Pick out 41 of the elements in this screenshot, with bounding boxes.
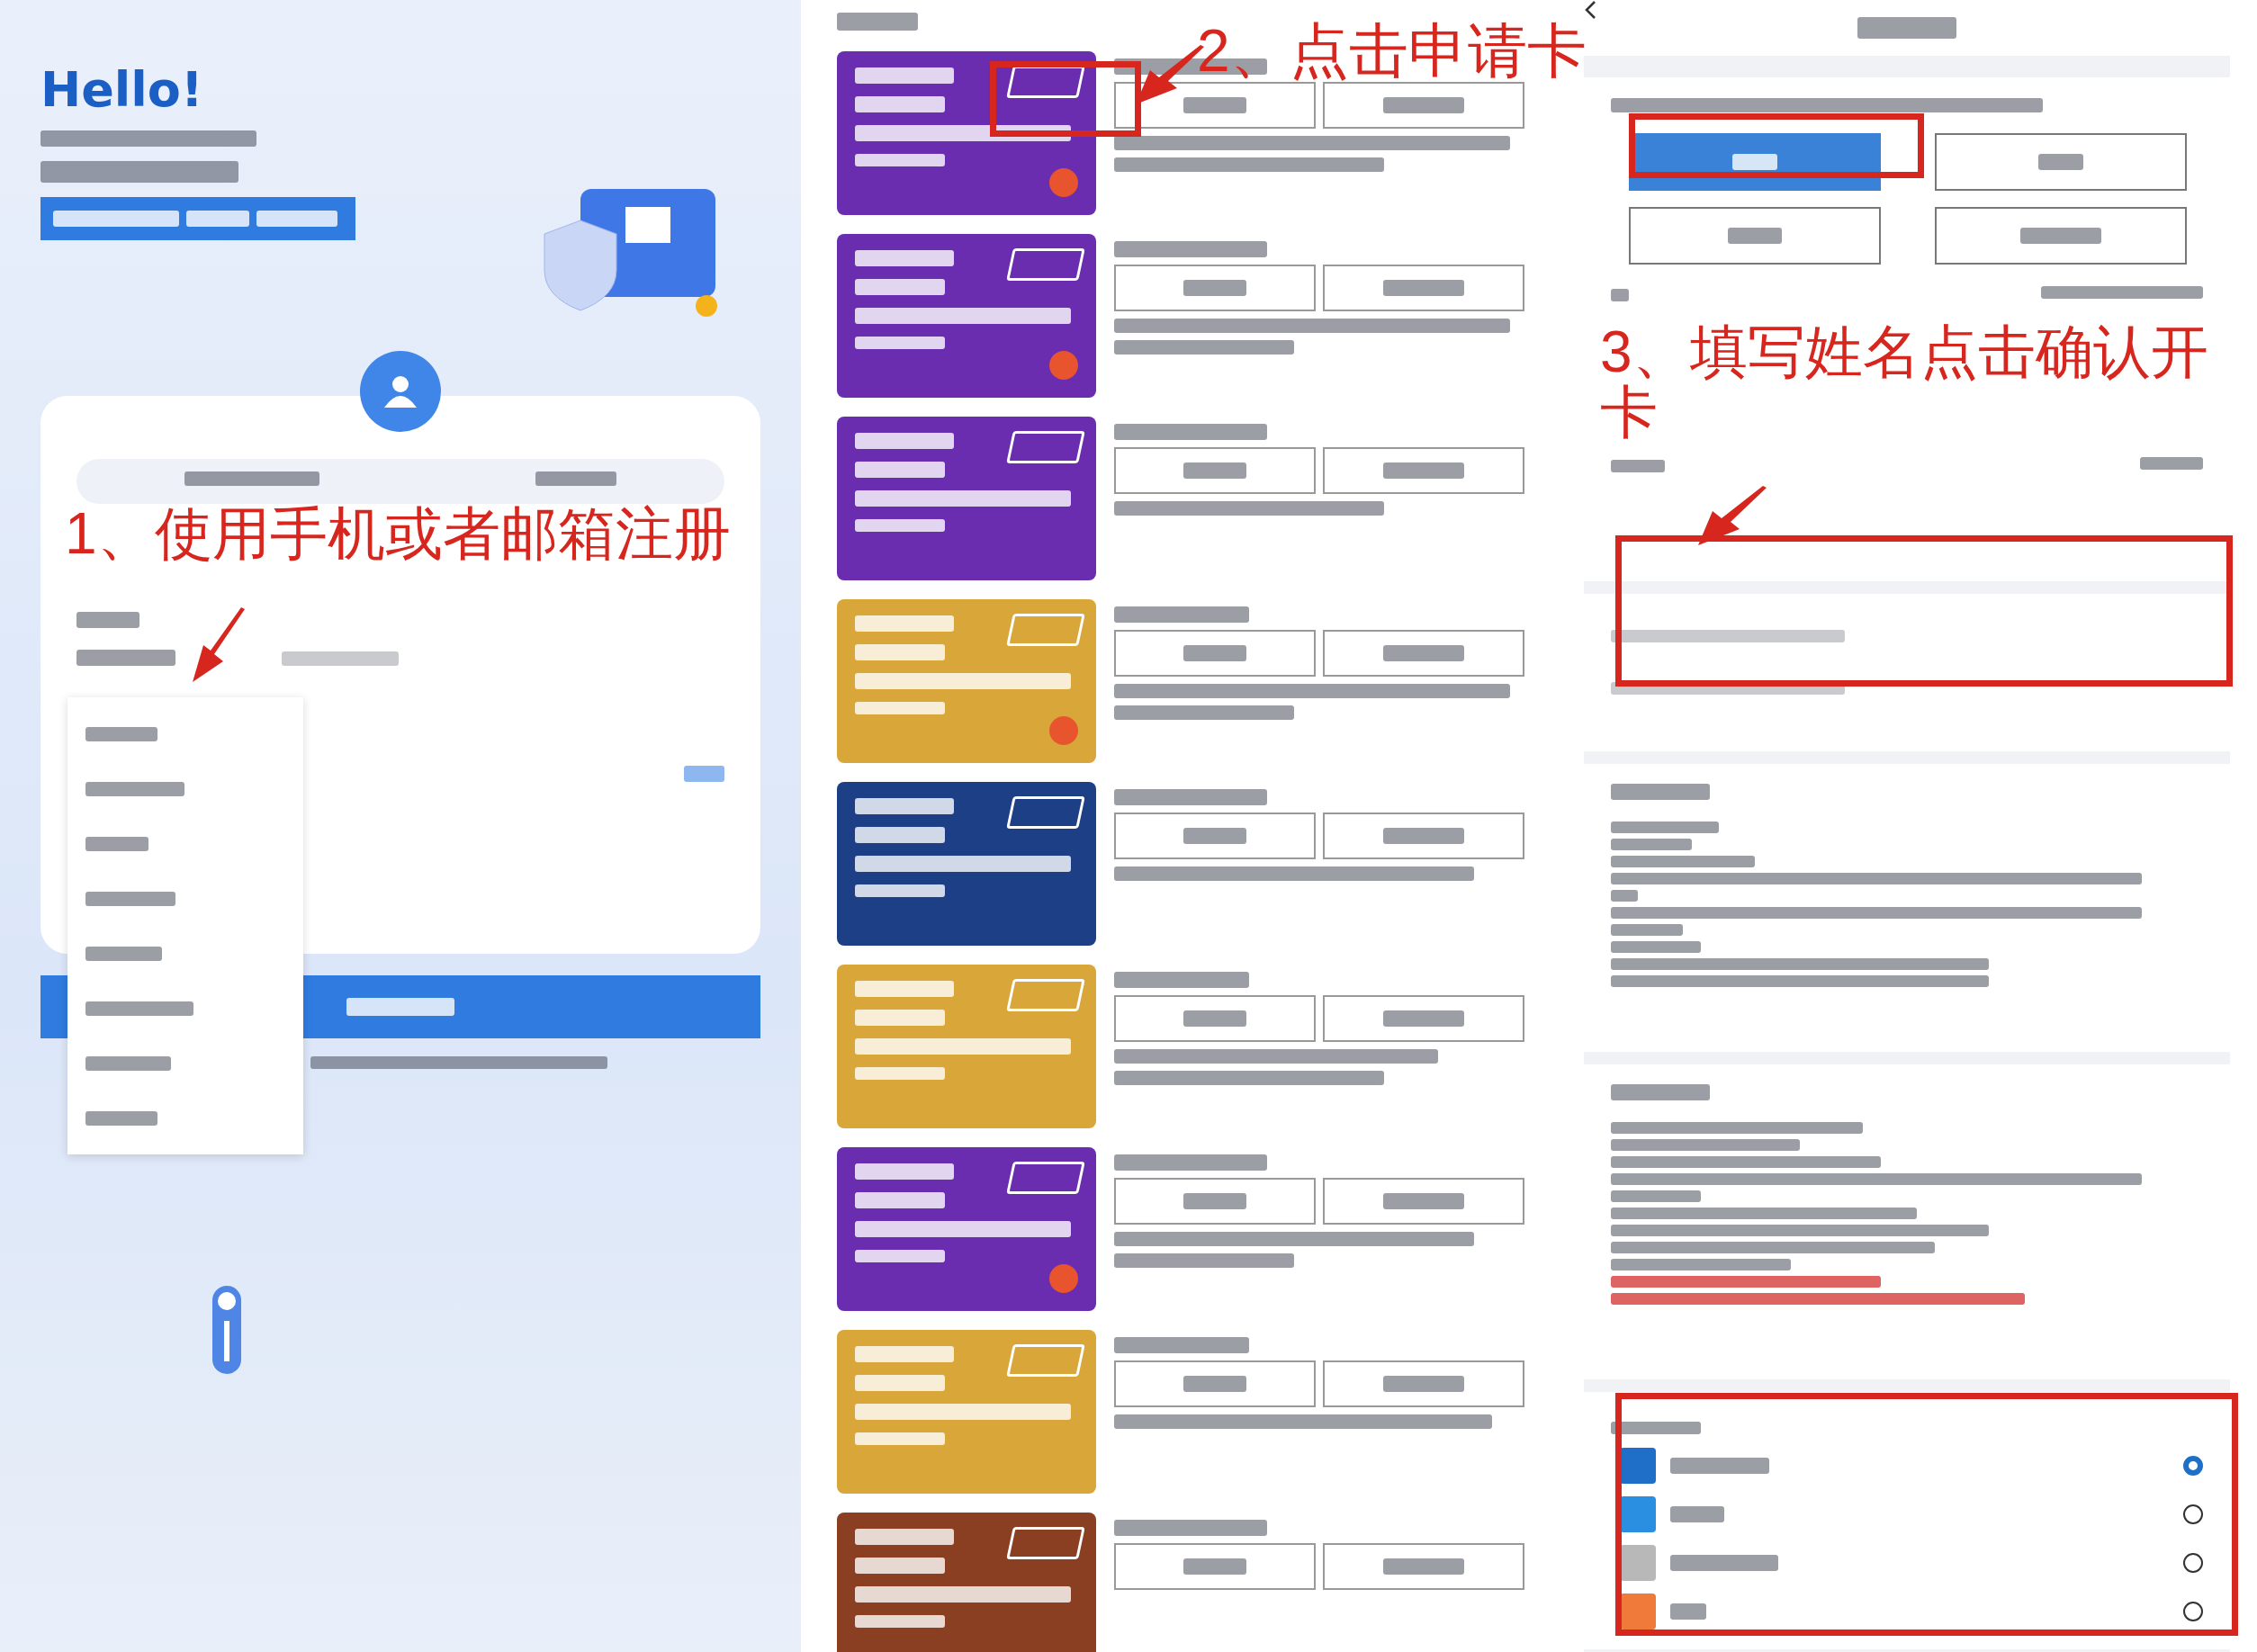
- card-option-button[interactable]: [1323, 447, 1524, 494]
- card-network-icon: [1049, 351, 1078, 380]
- card-option-button[interactable]: [1114, 447, 1316, 494]
- card-option-button[interactable]: [1114, 630, 1316, 677]
- bank-card[interactable]: [837, 51, 1096, 215]
- annotation-text: 3、填写姓名点击确认开卡: [1600, 322, 2209, 444]
- back-icon[interactable]: [1584, 0, 1596, 20]
- amount-option-button[interactable]: [1935, 207, 2187, 265]
- card-option-button[interactable]: [1114, 1543, 1316, 1590]
- card-option-button[interactable]: [1114, 1178, 1316, 1225]
- annotation-text: 2、点击申请卡: [1197, 20, 1587, 83]
- bank-card[interactable]: [837, 782, 1096, 946]
- card-option-button[interactable]: [1323, 813, 1524, 859]
- card-option-button[interactable]: [1323, 630, 1524, 677]
- radio-button[interactable]: [2183, 1553, 2203, 1573]
- card-option-button[interactable]: [1323, 265, 1524, 311]
- bank-card[interactable]: [837, 417, 1096, 580]
- annotation-text: 1、使用手机或者邮箱注册: [65, 504, 732, 565]
- card-option-button[interactable]: [1323, 995, 1524, 1042]
- card-network-icon: [1049, 716, 1078, 745]
- bank-card[interactable]: [837, 1147, 1096, 1311]
- radio-button[interactable]: [2183, 1602, 2203, 1621]
- card-option-button[interactable]: [1114, 995, 1316, 1042]
- card-option-button[interactable]: [1114, 813, 1316, 859]
- bank-card[interactable]: [837, 1513, 1096, 1652]
- greeting-heading: Hello!: [40, 63, 204, 117]
- card-network-icon: [1049, 1264, 1078, 1293]
- card-option-button[interactable]: [1323, 1178, 1524, 1225]
- card-option-button[interactable]: [1114, 265, 1316, 311]
- card-option-button[interactable]: [1323, 82, 1524, 129]
- amount-option-button[interactable]: [1629, 207, 1881, 265]
- floating-assistant-icon: [211, 1285, 242, 1375]
- radio-button[interactable]: [2183, 1456, 2203, 1476]
- card-option-button[interactable]: [1323, 1543, 1524, 1590]
- bank-card[interactable]: [837, 234, 1096, 398]
- card-network-icon: [1049, 168, 1078, 197]
- card-option-button[interactable]: [1114, 82, 1316, 129]
- card-option-button[interactable]: [1323, 1360, 1524, 1407]
- card-option-button[interactable]: [1114, 1360, 1316, 1407]
- radio-button[interactable]: [2183, 1504, 2203, 1524]
- amount-option-button[interactable]: [1935, 133, 2187, 191]
